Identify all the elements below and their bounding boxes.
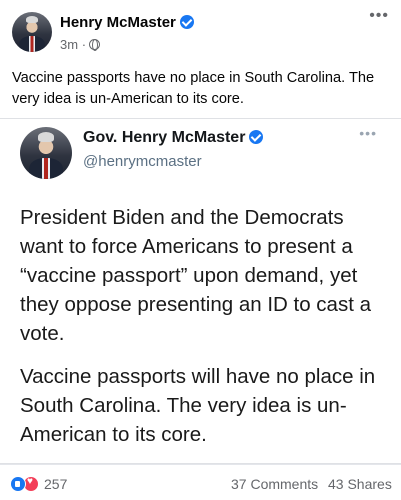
tweet-avatar — [20, 127, 72, 179]
like-icon[interactable] — [10, 476, 26, 492]
post-header: Henry McMaster 3m · ••• — [0, 0, 401, 64]
post-time[interactable]: 3m — [60, 37, 78, 52]
avatar[interactable] — [12, 12, 52, 52]
tweet-handle: @henrymcmaster — [83, 153, 202, 170]
reaction-count[interactable]: 257 — [44, 476, 67, 492]
shares-link[interactable]: 43 Shares — [328, 476, 392, 492]
avatar-hair — [25, 16, 39, 24]
tweet-more-icon: ••• — [359, 125, 377, 141]
avatar-suit — [19, 36, 45, 52]
post-footer: 257 37 Comments 43 Shares — [0, 464, 401, 500]
verified-icon — [179, 15, 194, 29]
globe-icon — [89, 39, 101, 51]
post-text: Vaccine passports have no place in South… — [12, 70, 375, 107]
more-icon[interactable]: ••• — [369, 8, 389, 24]
tweet-author-label: Gov. Henry McMaster — [83, 129, 246, 146]
author-name[interactable]: Henry McMaster — [60, 14, 194, 31]
tweet-paragraph-2: Vaccine passports will have no place in … — [20, 365, 376, 446]
tweet-avatar-suit — [29, 158, 63, 179]
meta-separator: · — [81, 37, 87, 52]
tweet-paragraph-1: President Biden and the Democrats want t… — [20, 206, 372, 345]
post-meta: 3m · — [60, 37, 101, 52]
author-name-label[interactable]: Henry McMaster — [60, 14, 176, 31]
comments-link[interactable]: 37 Comments — [231, 476, 318, 492]
tweet-avatar-hair — [37, 132, 55, 142]
tweet-author-name: Gov. Henry McMaster — [83, 129, 264, 147]
verified-icon — [249, 130, 264, 144]
tweet-card: Gov. Henry McMaster @henrymcmaster ••• P… — [0, 118, 401, 464]
